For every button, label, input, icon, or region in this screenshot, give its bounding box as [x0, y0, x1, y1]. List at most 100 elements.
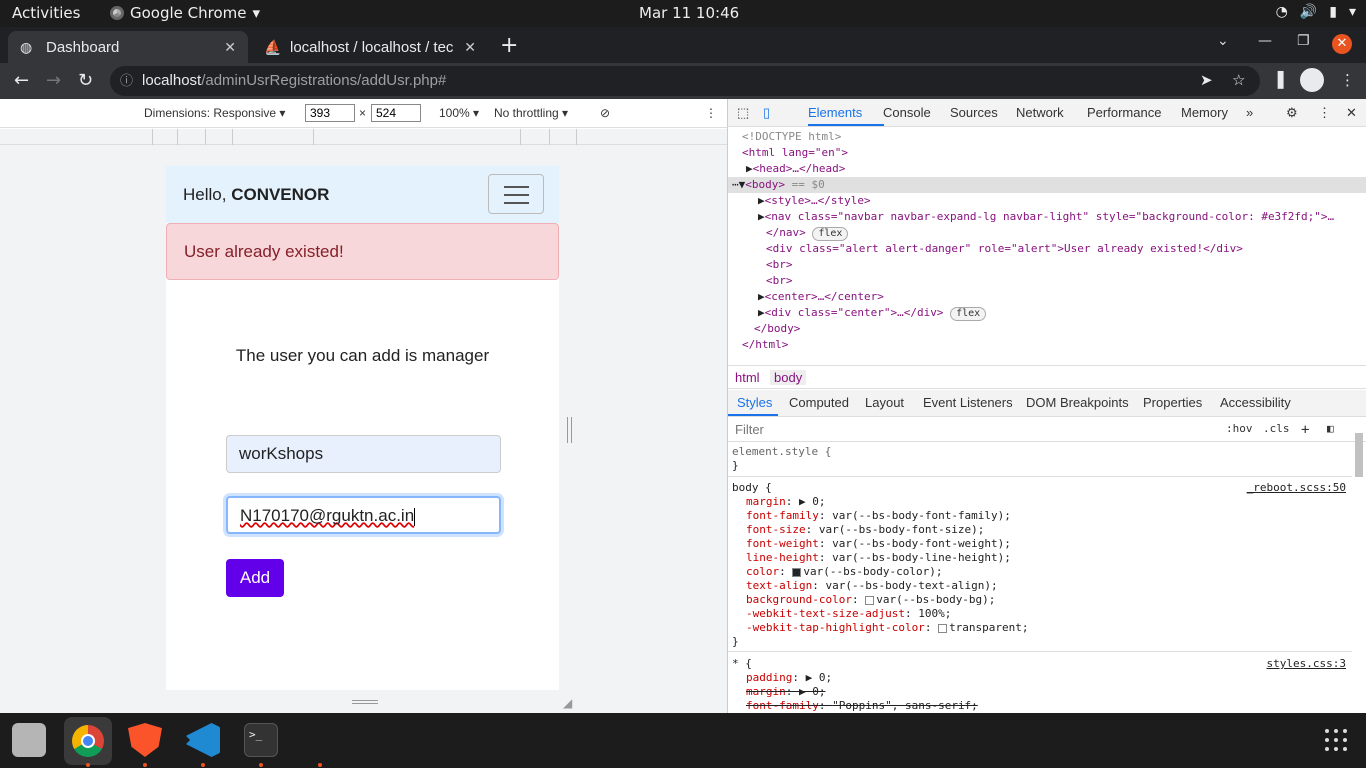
bottom-resize-handle[interactable] [352, 700, 378, 704]
device-options-kebab-icon[interactable]: ⋮ [705, 106, 717, 120]
right-resize-handle[interactable] [567, 417, 572, 443]
rotate-icon[interactable]: ⊘ [600, 106, 610, 120]
css-property-line[interactable]: -webkit-text-size-adjust: 100%; [728, 607, 1352, 621]
bookmark-star-icon[interactable]: ☆ [1232, 71, 1245, 89]
corner-resize-handle[interactable]: ◢ [563, 696, 572, 710]
new-tab-button[interactable]: + [500, 33, 518, 58]
css-property-line[interactable]: margin: ▶ 0; [728, 495, 1352, 509]
flex-badge[interactable]: flex [812, 227, 849, 241]
throttling-select[interactable]: No throttling ▾ [494, 106, 568, 120]
css-property-line[interactable]: color: var(--bs-body-color); [728, 565, 1352, 579]
clock[interactable]: Mar 11 10:46 [639, 4, 739, 22]
chrome-dock-icon[interactable] [64, 717, 112, 765]
dom-line[interactable]: </body> [728, 321, 1366, 337]
tab-layout[interactable]: Layout [865, 395, 904, 410]
body-rule-selector[interactable]: body {_reboot.scss:50 [728, 481, 1352, 495]
role-field[interactable]: worKshops [226, 435, 501, 473]
star-rule-selector[interactable]: * {styles.css:3 [728, 657, 1352, 671]
dom-line[interactable]: </nav> flex [728, 225, 1366, 241]
system-tray[interactable]: ◔ 🔊 ▮ ▾ [1276, 4, 1356, 20]
css-property-line[interactable]: font-family: var(--bs-body-font-family); [728, 509, 1352, 523]
forward-icon[interactable]: → [46, 70, 61, 91]
dom-line[interactable]: ▶<div class="center">…</div> flex [728, 305, 1366, 321]
dom-line[interactable]: <br> [728, 273, 1366, 289]
tab-event-listeners[interactable]: Event Listeners [923, 395, 1013, 410]
site-info-icon[interactable]: ⓘ [120, 66, 133, 96]
breadcrumb-html[interactable]: html [735, 370, 760, 385]
breadcrumb-body[interactable]: body [770, 370, 807, 385]
dom-line[interactable]: <!DOCTYPE html> [728, 129, 1366, 145]
tab-memory[interactable]: Memory [1181, 105, 1228, 120]
dimensions-select[interactable]: Dimensions: Responsive ▾ [144, 106, 285, 120]
tab-sources[interactable]: Sources [950, 105, 998, 120]
sidebar-toggle-icon[interactable]: ◧ [1327, 422, 1334, 435]
device-toggle-icon[interactable]: ▯ [763, 105, 770, 121]
more-tabs-icon[interactable]: » [1246, 105, 1253, 120]
styles-scrollbar[interactable] [1353, 429, 1365, 713]
device-width-input[interactable] [305, 104, 355, 122]
close-tab-icon[interactable]: ✕ [464, 39, 476, 56]
brave-icon[interactable] [128, 723, 162, 757]
dom-line-selected[interactable]: ⋯▼<body> == $0 [728, 177, 1366, 193]
css-property-line[interactable]: font-family: "Poppins", sans-serif; [728, 699, 1352, 713]
menu-kebab-icon[interactable]: ⋮ [1340, 71, 1355, 89]
css-property-line[interactable]: text-align: var(--bs-body-text-align); [728, 579, 1352, 593]
dom-line[interactable]: <div class="alert alert-danger" role="al… [728, 241, 1366, 257]
tab-network[interactable]: Network [1016, 105, 1064, 120]
close-tab-icon[interactable]: ✕ [224, 39, 236, 56]
tab-properties[interactable]: Properties [1143, 395, 1202, 410]
profile-avatar[interactable] [1300, 68, 1324, 92]
back-icon[interactable]: ← [14, 70, 29, 91]
address-bar[interactable]: ⓘ localhost/adminUsrRegistrations/addUsr… [110, 66, 1260, 96]
flex-badge[interactable]: flex [950, 307, 987, 321]
filter-input[interactable]: Filter [735, 422, 764, 437]
css-property-line[interactable]: line-height: var(--bs-body-line-height); [728, 551, 1352, 565]
dom-line[interactable]: ▶<style>…</style> [728, 193, 1366, 209]
close-devtools-icon[interactable]: ✕ [1346, 105, 1357, 121]
tab-elements[interactable]: Elements [808, 105, 862, 120]
add-rule-icon[interactable]: + [1301, 422, 1309, 438]
dom-line[interactable]: <br> [728, 257, 1366, 273]
css-property-line[interactable]: margin: ▶ 0; [728, 685, 1352, 699]
css-property-line[interactable]: font-weight: var(--bs-body-font-weight); [728, 537, 1352, 551]
tab-console[interactable]: Console [883, 105, 931, 120]
side-panel-icon[interactable]: ▐ [1272, 71, 1284, 89]
zoom-select[interactable]: 100% ▾ [439, 106, 479, 120]
maximize-button[interactable]: ❐ [1297, 33, 1310, 49]
tab-dom-breakpoints[interactable]: DOM Breakpoints [1026, 395, 1129, 410]
reload-icon[interactable]: ↻ [78, 70, 93, 91]
app-menu[interactable]: Google Chrome ▾ [110, 4, 260, 22]
element-style-rule[interactable]: element.style { [728, 445, 1352, 459]
tab-computed[interactable]: Computed [789, 395, 849, 410]
body-rule-source-link[interactable]: _reboot.scss:50 [1247, 481, 1346, 495]
terminal-icon[interactable]: >_ [244, 723, 278, 757]
tab-styles[interactable]: Styles [737, 395, 772, 410]
dom-line[interactable]: <html lang="en"> [728, 145, 1366, 161]
vscode-icon[interactable] [186, 723, 220, 757]
dom-line[interactable]: ▶<head>…</head> [728, 161, 1366, 177]
devtools-menu-kebab-icon[interactable]: ⋮ [1318, 105, 1331, 121]
send-icon[interactable]: ➤ [1200, 71, 1213, 89]
dom-line[interactable]: ▶<center>…</center> [728, 289, 1366, 305]
minimize-button[interactable]: — [1258, 33, 1272, 49]
close-window-button[interactable]: ✕ [1332, 34, 1352, 54]
css-property-line[interactable]: -webkit-tap-highlight-color: transparent… [728, 621, 1352, 635]
star-rule-source-link[interactable]: styles.css:3 [1267, 657, 1346, 671]
navbar-toggler-button[interactable] [488, 174, 544, 214]
class-toggle[interactable]: .cls [1263, 422, 1290, 435]
activities-button[interactable]: Activities [12, 4, 80, 22]
media-query-ruler[interactable] [0, 129, 727, 145]
hover-toggle[interactable]: :hov [1226, 422, 1253, 435]
css-property-line[interactable]: padding: ▶ 0; [728, 671, 1352, 685]
settings-gear-icon[interactable]: ⚙ [1286, 105, 1298, 121]
dom-line[interactable]: </html> [728, 337, 1366, 353]
email-field[interactable]: N170170@rguktn.ac.in [226, 496, 501, 534]
tab-performance[interactable]: Performance [1087, 105, 1161, 120]
scrollbar-thumb[interactable] [1355, 433, 1363, 477]
tab-dashboard[interactable]: ◍ Dashboard ✕ [8, 31, 248, 63]
show-apps-icon[interactable] [1325, 729, 1347, 751]
inspect-element-icon[interactable]: ⬚ [737, 105, 749, 121]
tab-search-icon[interactable]: ⌄ [1217, 33, 1229, 49]
tab-phpmyadmin[interactable]: ⛵ localhost / localhost / tec ✕ [252, 31, 488, 63]
dom-line[interactable]: ▶<nav class="navbar navbar-expand-lg nav… [728, 209, 1366, 225]
